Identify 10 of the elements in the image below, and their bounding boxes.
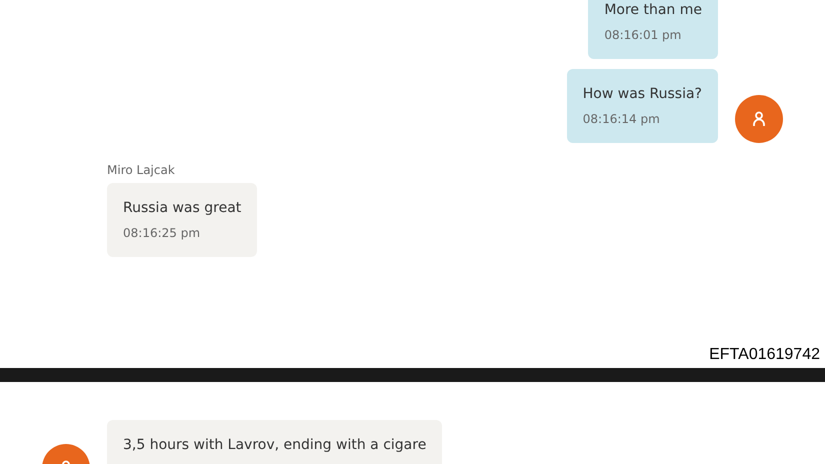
- document-id-label: EFTA01619742: [709, 346, 820, 364]
- message-text: Russia was great: [123, 199, 242, 218]
- message-time: 08:16:25 pm: [123, 225, 202, 242]
- sender-name: Miro Lajcak: [107, 163, 176, 177]
- message-time: 08:16:14 pm: [582, 111, 661, 128]
- message-time: 08:16:01 pm: [604, 27, 682, 44]
- message-text: 3,5 hours with Lavrov, ending with a cigare: [123, 436, 426, 455]
- person-icon: [752, 111, 766, 127]
- message-text: How was Russia?: [582, 85, 702, 104]
- message-text: More than me: [604, 1, 702, 20]
